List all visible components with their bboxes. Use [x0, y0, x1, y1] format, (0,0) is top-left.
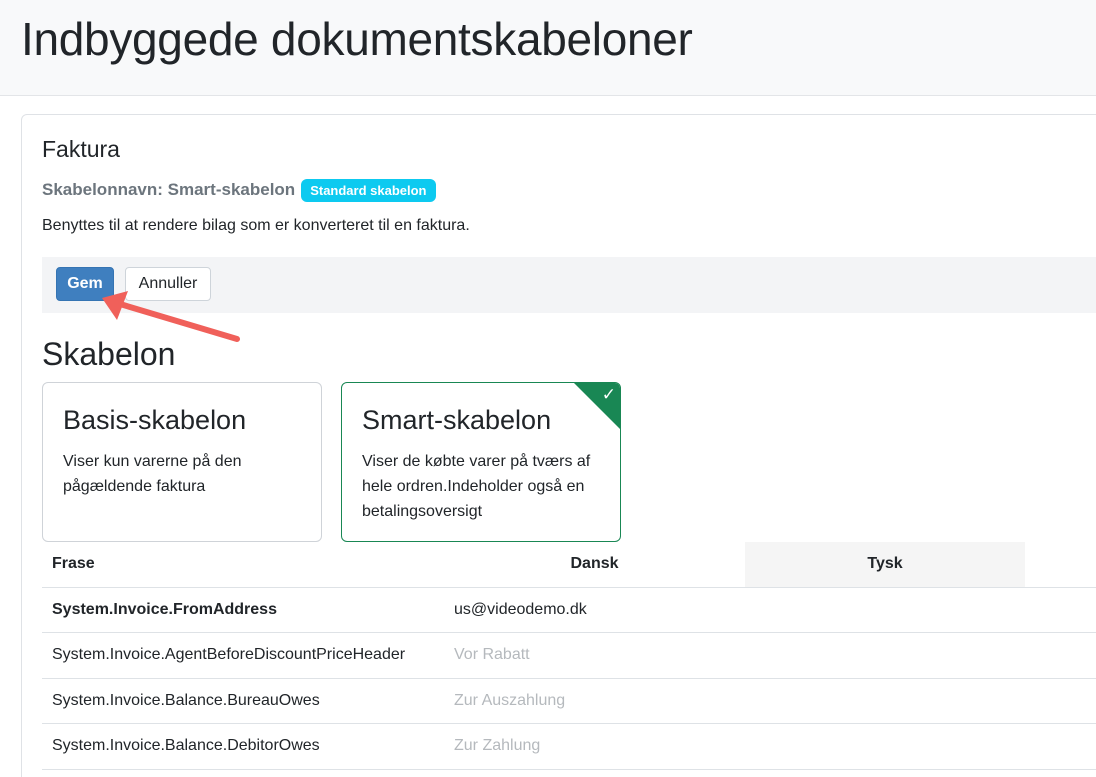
action-toolbar: Gem Annuller — [42, 257, 1096, 313]
table-row: System.Invoice.Balance.DebitorOwes Zur Z… — [42, 723, 1096, 770]
template-name-row: Skabelonnavn: Smart-skabelon Standard sk… — [42, 178, 436, 202]
template-option-title: Smart-skabelon — [362, 405, 552, 435]
phrase-key: System.Invoice.FromAddress — [42, 587, 444, 633]
column-header-german[interactable]: Tysk — [745, 542, 1025, 588]
german-value-input[interactable] — [745, 632, 1025, 679]
danish-value-input[interactable]: Vor Rabatt — [444, 632, 745, 679]
template-option-description: Viser de købte varer på tværs af hele or… — [362, 453, 591, 520]
danish-value-input[interactable]: Zur Auszahlung — [444, 678, 745, 724]
template-name-label: Skabelonnavn: Smart-skabelon — [42, 180, 296, 199]
check-icon: ✓ — [601, 385, 616, 404]
german-value-input[interactable] — [745, 723, 1025, 770]
row-spacer — [1025, 587, 1096, 633]
table-row: System.Invoice.AgentBeforeDiscountPriceH… — [42, 632, 1096, 679]
row-spacer — [1025, 723, 1096, 770]
page-header: Indbyggede dokumentskabeloner — [0, 0, 1096, 96]
table-row: System.Invoice.FromAddress us@videodemo.… — [42, 587, 1096, 633]
template-option-smart[interactable]: Smart-skabelon Viser de købte varer på t… — [341, 382, 621, 542]
cancel-button[interactable]: Annuller — [125, 267, 211, 301]
page-title: Indbyggede dokumentskabeloner — [21, 13, 693, 65]
template-option-basis[interactable]: Basis-skabelon Viser kun varerne på den … — [42, 382, 322, 542]
danish-value-input[interactable]: us@videodemo.dk — [444, 587, 745, 633]
phrase-key: System.Invoice.Balance.BureauOwes — [42, 678, 444, 724]
template-section-heading: Skabelon — [42, 336, 176, 372]
danish-value-input[interactable]: Zur Zahlung — [444, 723, 745, 770]
row-spacer — [1025, 632, 1096, 679]
table-header-row: Frase Dansk Tysk — [42, 542, 1096, 588]
phrases-table: Frase Dansk Tysk System.Invoice.FromAddr… — [42, 542, 1096, 770]
table-row: System.Invoice.Balance.BureauOwes Zur Au… — [42, 678, 1096, 724]
template-option-description: Viser kun varerne på den pågældende fakt… — [63, 453, 242, 495]
card-description: Benyttes til at rendere bilag som er kon… — [42, 217, 470, 234]
phrase-key: System.Invoice.AgentBeforeDiscountPriceH… — [42, 632, 444, 679]
phrase-key: System.Invoice.Balance.DebitorOwes — [42, 723, 444, 770]
default-template-badge: Standard skabelon — [301, 178, 436, 202]
card-title: Faktura — [42, 136, 120, 162]
row-spacer — [1025, 678, 1096, 724]
german-value-input[interactable] — [745, 678, 1025, 724]
column-header-danish[interactable]: Dansk — [444, 542, 745, 588]
german-value-input[interactable] — [745, 587, 1025, 633]
column-header-phrase[interactable]: Frase — [42, 542, 444, 588]
save-button[interactable]: Gem — [56, 267, 114, 301]
template-option-title: Basis-skabelon — [63, 405, 247, 435]
column-header-spacer — [1025, 542, 1096, 588]
